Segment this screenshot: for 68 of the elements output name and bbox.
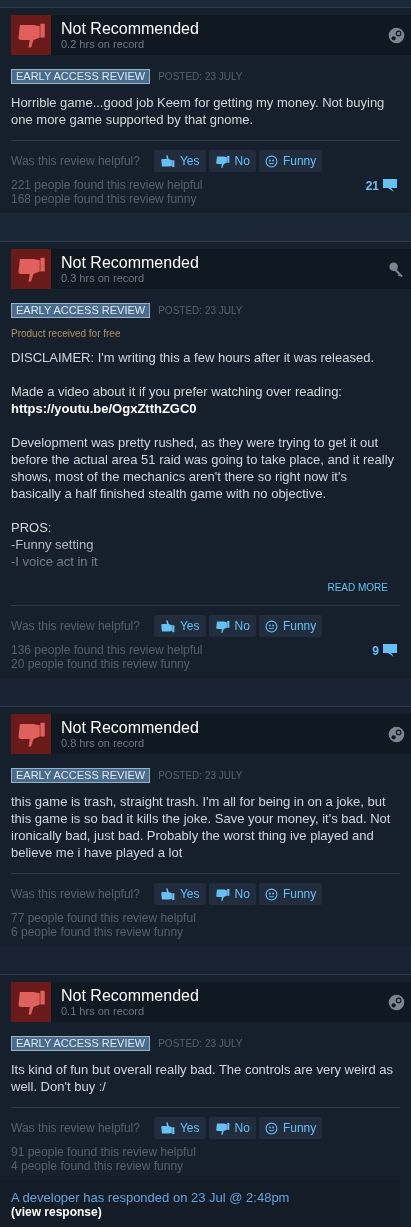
review-text: PROS: -Funny setting -I voice act in it — [11, 519, 99, 570]
smiley-icon — [264, 887, 278, 901]
comment-icon — [382, 643, 398, 658]
helpful-count: 136 people found this review helpful — [11, 643, 203, 657]
received-free-note: Product received for free — [11, 328, 122, 339]
verdict-title: Not Recommended — [61, 19, 199, 38]
funny-count: 6 people found this review funny — [11, 925, 185, 939]
vote-button[interactable]: Funny — [258, 1117, 323, 1139]
thumbs-down-icon — [214, 618, 230, 634]
smiley-icon — [264, 154, 278, 168]
read-more-link[interactable]: READ MORE — [327, 582, 388, 593]
funny-count: 4 people found this review funny — [11, 1159, 185, 1173]
funny-count: 168 people found this review funny — [11, 192, 198, 206]
thumbs-up-icon — [159, 1120, 175, 1136]
helpful-prompt: Was this review helpful? — [11, 619, 140, 633]
posted-date: POSTED: 23 JULY — [158, 770, 243, 781]
vote-button[interactable]: Funny — [258, 615, 323, 637]
posted-date: POSTED: 23 JULY — [158, 305, 243, 316]
thumbs-down-icon — [214, 1120, 230, 1136]
review-tag: EARLY ACCESS REVIEW — [11, 1036, 151, 1051]
helpful-prompt: Was this review helpful? — [11, 887, 140, 901]
thumbs-up-icon — [159, 618, 175, 634]
view-response-link[interactable]: (view response) — [11, 1205, 102, 1219]
review-tag: EARLY ACCESS REVIEW — [11, 303, 151, 318]
review-text: Development was pretty rushed, as they were trying to get it out before the actual area 51 raid was going to take place, and it really shows, most of the mechanics aren't there so right now it's basically a half finished stealth game with no objective. — [11, 434, 396, 502]
helpful-count: 77 people found this review helpful — [11, 911, 196, 925]
comment-count[interactable]: 9 — [372, 643, 398, 658]
review-text: Horrible game...good job Keem for getting my money. Not buying one more game supported by that gnome. — [11, 94, 386, 128]
helpful-prompt: Was this review helpful? — [11, 154, 140, 168]
review-tag: EARLY ACCESS REVIEW — [11, 69, 151, 84]
vote-button[interactable]: Funny — [258, 883, 323, 905]
vote-button[interactable]: No — [208, 150, 256, 172]
review-text: Its kind of fun but overall really bad. The controls are very weird as well. Don't buy :/ — [11, 1061, 394, 1095]
verdict-title: Not Recommended — [61, 253, 199, 272]
hours-on-record: 0.2 hrs on record — [61, 38, 146, 51]
vote-button[interactable]: Yes — [153, 615, 206, 637]
vote-button[interactable]: Funny — [258, 150, 323, 172]
review-text: Made a video about it if you prefer watching over reading: — [11, 383, 343, 400]
thumbs-up-icon — [159, 886, 175, 902]
developer-response-text: A developer has responded on 23 Jul @ 2:48pm — [11, 1190, 291, 1205]
helpful-prompt: Was this review helpful? — [11, 1121, 140, 1135]
review-text: DISCLAIMER: I'm writing this a few hours after it was released. — [11, 349, 375, 366]
comment-icon — [382, 178, 398, 193]
helpful-count: 91 people found this review helpful — [11, 1145, 196, 1159]
hours-on-record: 0.3 hrs on record — [61, 272, 146, 285]
vote-button[interactable]: No — [208, 883, 256, 905]
vote-button[interactable]: Yes — [153, 883, 206, 905]
funny-count: 20 people found this review funny — [11, 657, 191, 671]
vote-button[interactable]: Yes — [153, 1117, 206, 1139]
video-link[interactable]: https://youtu.be/OgxZtthZGC0 — [11, 400, 197, 417]
smiley-icon — [264, 619, 278, 633]
vote-button[interactable]: No — [208, 1117, 256, 1139]
thumbs-up-icon — [159, 153, 175, 169]
vote-button[interactable]: No — [208, 615, 256, 637]
comment-count[interactable]: 21 — [365, 178, 398, 193]
smiley-icon — [264, 1121, 278, 1135]
vote-button[interactable]: Yes — [153, 150, 206, 172]
verdict-title: Not Recommended — [61, 718, 199, 737]
thumbs-down-icon — [214, 153, 230, 169]
posted-date: POSTED: 23 JULY — [158, 71, 243, 82]
thumbs-down-icon — [214, 886, 230, 902]
verdict-title: Not Recommended — [61, 986, 199, 1005]
review-text: this game is trash, straight trash. I'm all for being in on a joke, but this game is so bad it kills the joke. Save your money, it's bad. Not ironically bad, just bad. Probably the worst thing ive played and believe me i have played a lot — [11, 793, 392, 861]
hours-on-record: 0.8 hrs on record — [61, 737, 146, 750]
hours-on-record: 0.1 hrs on record — [61, 1005, 146, 1018]
posted-date: POSTED: 23 JULY — [158, 1038, 243, 1049]
helpful-count: 221 people found this review helpful — [11, 178, 203, 192]
review-tag: EARLY ACCESS REVIEW — [11, 768, 151, 783]
